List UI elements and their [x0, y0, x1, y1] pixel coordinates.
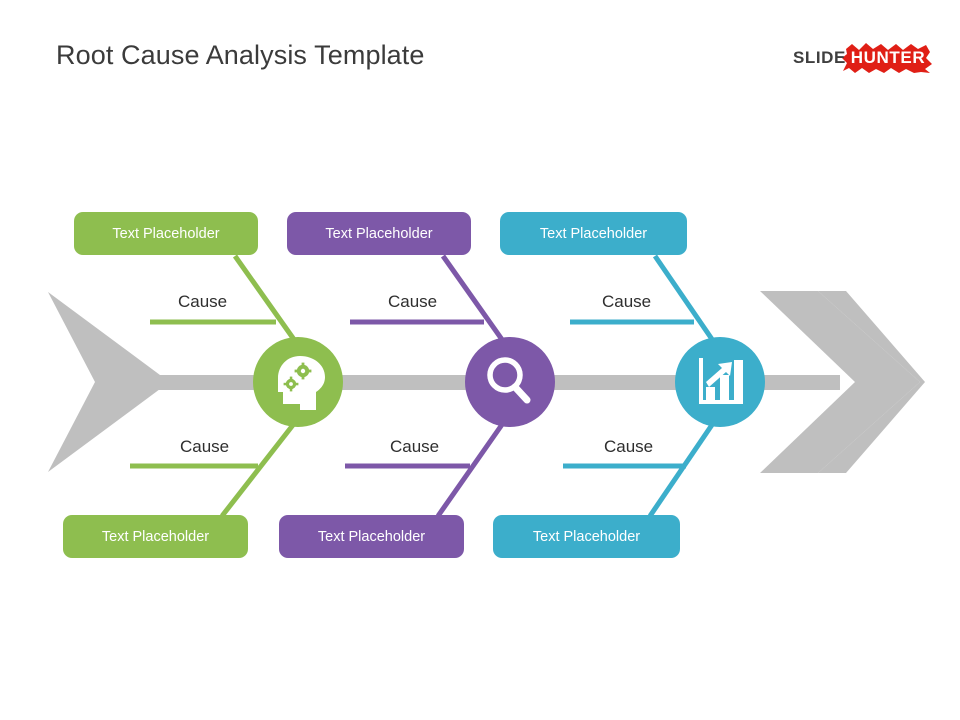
logo-word-hunter: HUNTER — [850, 48, 926, 67]
placeholder-label: Text Placeholder — [532, 528, 641, 545]
cause-label-bottom-green: Cause — [180, 437, 230, 456]
fishbone-diagram — [48, 254, 925, 518]
blue-bone-top — [652, 254, 721, 350]
purple-node-circle[interactable] — [465, 337, 555, 427]
placeholder-box-top-purple[interactable]: Text Placeholder — [287, 212, 471, 255]
placeholder-box-top-green[interactable]: Text Placeholder — [74, 212, 258, 255]
placeholder-label: Text Placeholder — [325, 225, 433, 242]
placeholder-box-top-blue[interactable]: Text Placeholder — [500, 212, 687, 255]
placeholder-box-bottom-purple[interactable]: Text Placeholder — [279, 515, 464, 558]
placeholder-label: Text Placeholder — [112, 225, 220, 242]
logo-badge: HUNTER — [842, 42, 934, 74]
placeholder-box-bottom-green[interactable]: Text Placeholder — [63, 515, 248, 558]
slide-canvas: Root Cause Analysis Template SLIDE HUNTE… — [0, 0, 960, 720]
placeholder-label: Text Placeholder — [317, 528, 426, 545]
cause-label-bottom-blue: Cause — [604, 437, 654, 456]
cause-label-top-green: Cause — [178, 292, 228, 311]
placeholder-box-bottom-blue[interactable]: Text Placeholder — [493, 515, 680, 558]
cause-label-top-purple: Cause — [388, 292, 438, 311]
placeholder-label: Text Placeholder — [539, 225, 648, 242]
cause-label-top-blue: Cause — [602, 292, 652, 311]
placeholder-label: Text Placeholder — [101, 528, 210, 545]
cause-label-bottom-purple: Cause — [390, 437, 440, 456]
green-bone-top — [232, 254, 303, 350]
logo-word-slide: SLIDE — [792, 48, 846, 67]
purple-bone-top — [440, 254, 511, 350]
